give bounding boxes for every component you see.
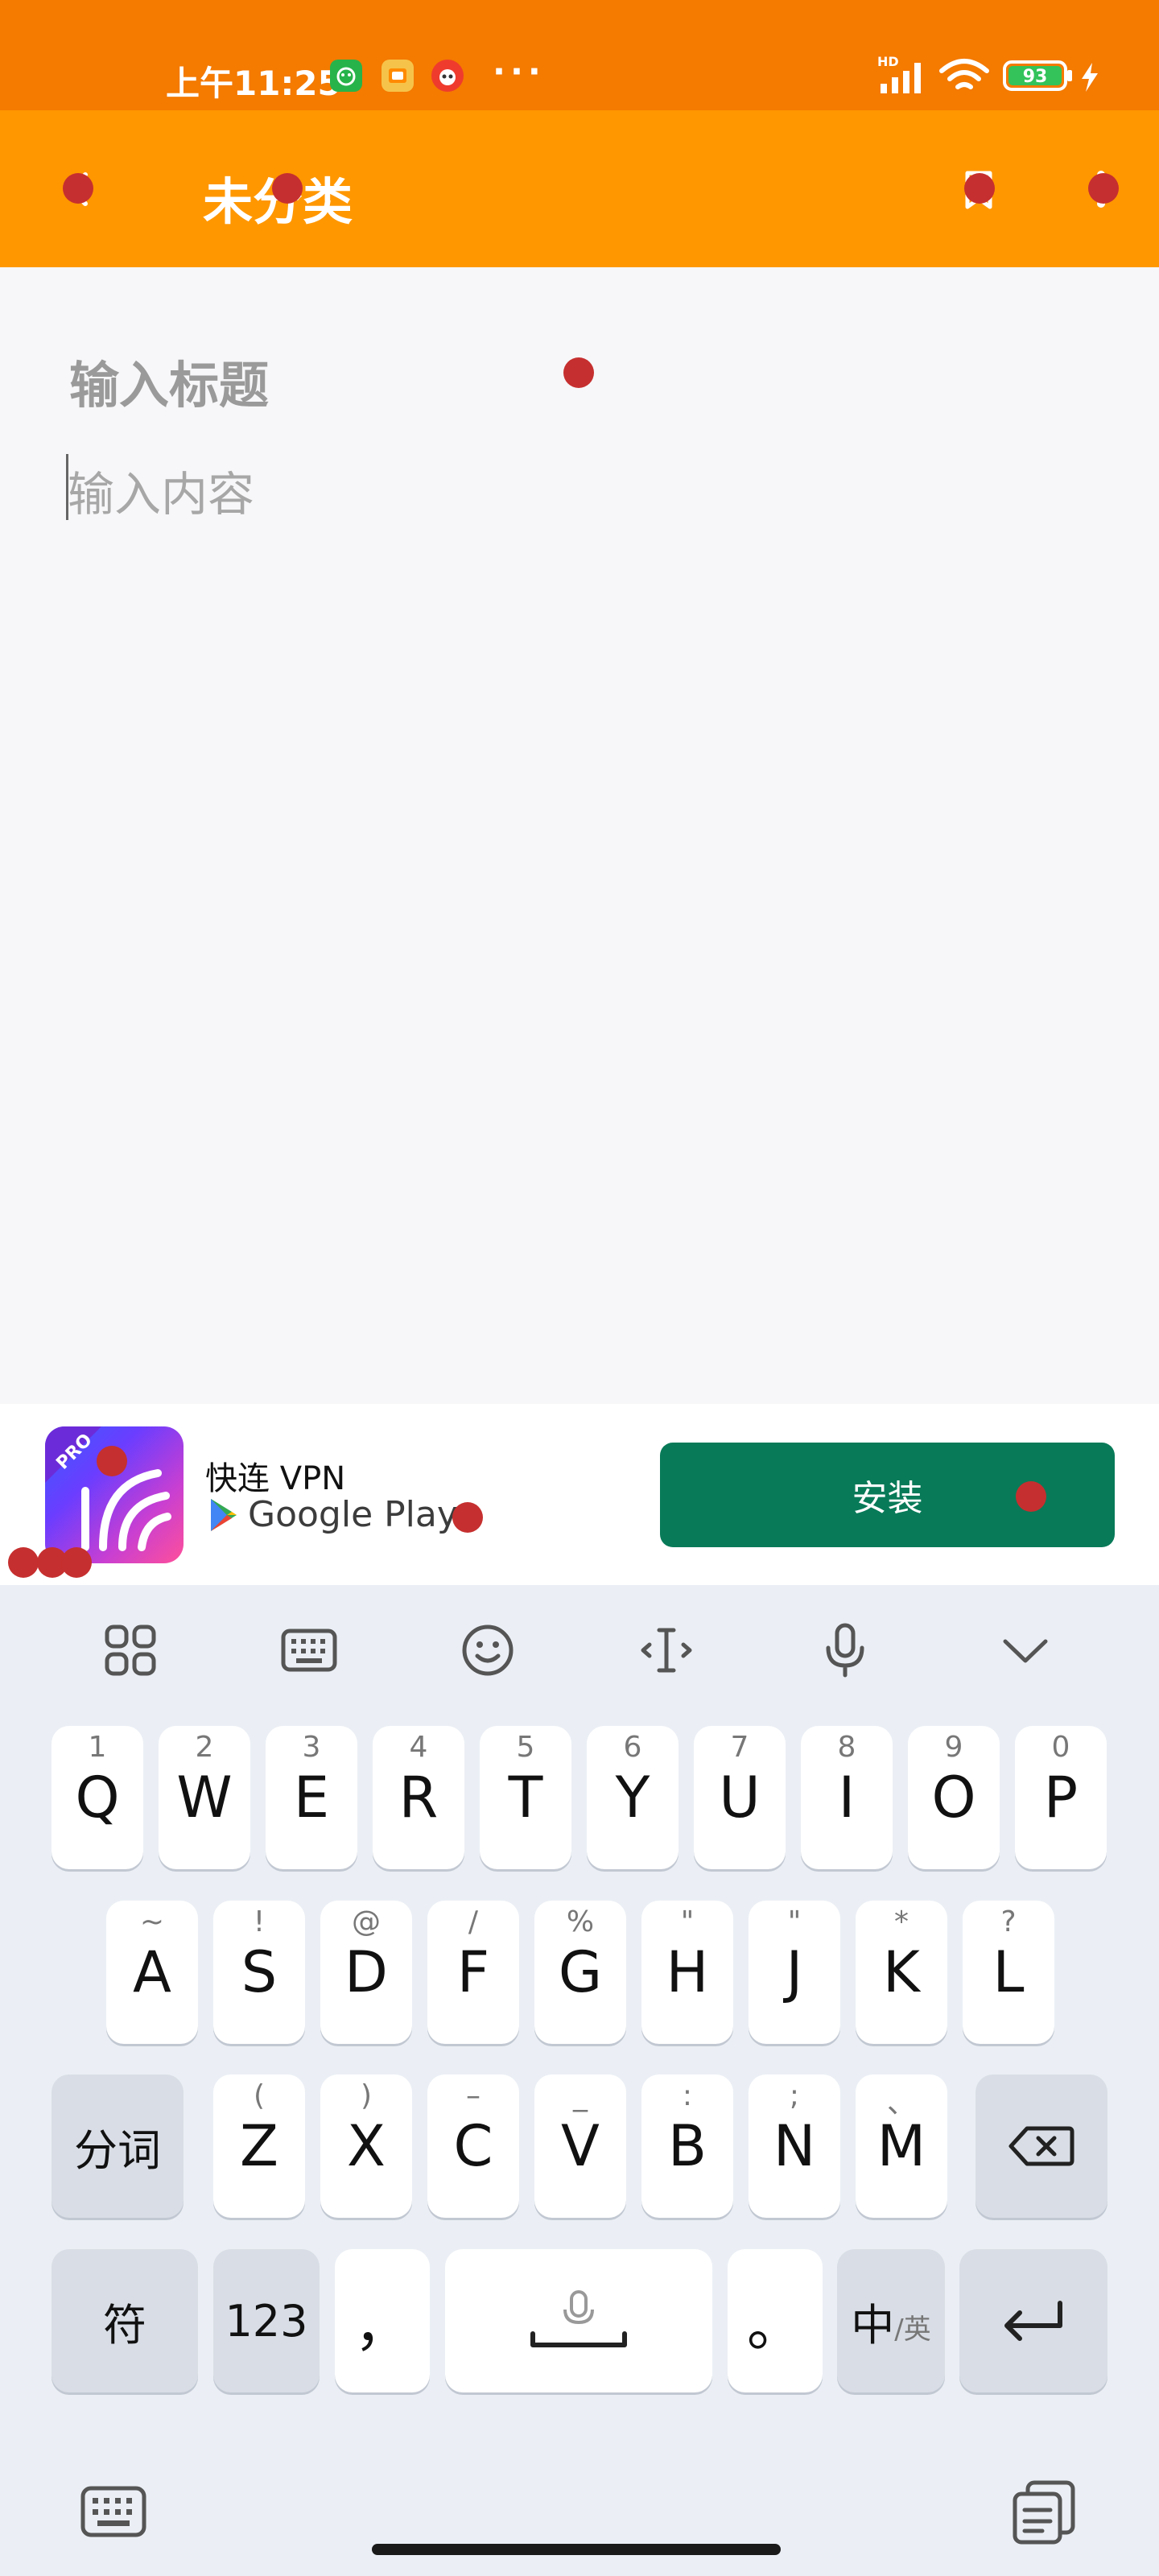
key-y[interactable]: 6Y — [587, 1726, 678, 1869]
symbols-key[interactable]: 符 — [52, 2249, 198, 2392]
marker-dot — [563, 357, 594, 388]
backspace-icon — [1008, 2126, 1074, 2166]
key-v[interactable]: _ V — [534, 2074, 626, 2218]
marker-dot — [63, 173, 93, 204]
clipboard-icon[interactable] — [1008, 2475, 1080, 2548]
cellular-signal-icon: HD — [876, 54, 929, 100]
gallery-notification-icon — [382, 60, 414, 92]
marker-dot — [1016, 1481, 1046, 1512]
backspace-key[interactable] — [975, 2074, 1107, 2218]
key-m[interactable]: 、 M — [856, 2074, 947, 2218]
screen: 上午11:25 ··· HD 93 未分类 输入标题 输入内容 PRO 快连 V… — [0, 0, 1159, 2576]
key-q[interactable]: 1Q — [52, 1726, 143, 1869]
key-f[interactable]: / F — [427, 1901, 519, 2044]
key-z[interactable]: (Z — [213, 2074, 305, 2218]
marker-dot — [272, 173, 303, 204]
key-u[interactable]: 7U — [694, 1726, 786, 1869]
chevron-down-icon[interactable] — [989, 1614, 1062, 1686]
key-g[interactable]: % G — [534, 1901, 626, 2044]
key-t[interactable]: 5T — [480, 1726, 571, 1869]
key-l[interactable]: ? L — [963, 1901, 1054, 2044]
wifi-icon — [938, 58, 990, 98]
period-key[interactable]: 。 — [728, 2249, 823, 2392]
status-time: 上午11:25 — [166, 64, 341, 103]
install-button[interactable]: 安装 — [660, 1443, 1115, 1547]
keyboard-switch-icon[interactable] — [77, 2475, 150, 2548]
battery-icon: 93 — [1003, 60, 1075, 95]
split-word-key[interactable]: 分词 — [52, 2074, 184, 2218]
marker-dot — [97, 1446, 127, 1476]
key-h[interactable]: " H — [641, 1901, 733, 2044]
microphone-icon[interactable] — [809, 1614, 881, 1686]
google-play-icon — [211, 1498, 237, 1531]
marker-dot — [964, 173, 995, 204]
key-d[interactable]: @ D — [320, 1901, 412, 2044]
ad-banner[interactable]: PRO 快连 VPN Google Play 告 安装 — [0, 1404, 1159, 1585]
cursor-icon[interactable] — [630, 1614, 703, 1686]
notification-app-icon — [330, 60, 362, 92]
charging-icon — [1079, 63, 1101, 95]
key-n[interactable]: ; N — [749, 2074, 840, 2218]
marker-dot — [452, 1502, 483, 1533]
grid-apps-icon[interactable] — [94, 1614, 167, 1686]
status-bar: 上午11:25 ··· HD 93 — [0, 0, 1159, 110]
key-s[interactable]: ! S — [213, 1901, 305, 2044]
key-r[interactable]: 4R — [373, 1726, 464, 1869]
enter-icon — [1004, 2301, 1062, 2341]
keyboard-icon[interactable] — [273, 1614, 345, 1686]
ad-app-name: 快连 VPN — [205, 1460, 346, 1497]
soft-keyboard: 1Q 2W 3E 4R 5T 6Y 7U 8I 9O 0P ~ A ! S @ D /… — [0, 1585, 1159, 2576]
emoji-icon[interactable] — [452, 1614, 524, 1686]
red-app-notification-icon — [431, 60, 464, 92]
space-key[interactable] — [445, 2249, 712, 2392]
title-input[interactable]: 输入标题 — [69, 345, 269, 417]
svg-text:HD: HD — [877, 55, 899, 69]
enter-key[interactable] — [959, 2249, 1107, 2392]
home-indicator[interactable] — [372, 2544, 781, 2555]
key-a[interactable]: ~ A — [106, 1901, 198, 2044]
more-notifications-icon: ··· — [493, 52, 546, 91]
comma-key[interactable]: ， — [335, 2249, 430, 2392]
key-p[interactable]: 0P — [1015, 1726, 1107, 1869]
marker-dot — [61, 1547, 92, 1578]
key-o[interactable]: 9O — [908, 1726, 1000, 1869]
language-switch-key[interactable]: 中/英 — [837, 2249, 945, 2392]
key-b[interactable]: :B — [641, 2074, 733, 2218]
marker-dot — [1088, 173, 1119, 204]
key-w[interactable]: 2W — [159, 1726, 250, 1869]
content-input[interactable]: 输入内容 — [68, 456, 254, 524]
svg-text:93: 93 — [1023, 67, 1048, 87]
key-x[interactable]: ) X — [320, 2074, 412, 2218]
google-play-label: Google Play — [208, 1494, 458, 1535]
key-c[interactable]: – C — [427, 2074, 519, 2218]
space-mic-icon — [530, 2290, 627, 2347]
key-j[interactable]: " J — [749, 1901, 840, 2044]
numbers-key[interactable]: 123 — [213, 2249, 320, 2392]
key-k[interactable]: * K — [856, 1901, 947, 2044]
key-i[interactable]: 8I — [801, 1726, 893, 1869]
key-e[interactable]: 3E — [266, 1726, 357, 1869]
note-editor: 输入标题 输入内容 — [0, 267, 1159, 1404]
marker-dot — [8, 1547, 39, 1578]
